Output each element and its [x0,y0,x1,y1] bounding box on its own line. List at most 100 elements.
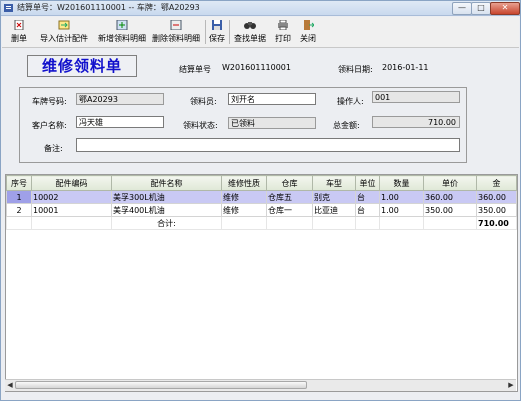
app-icon [4,4,13,12]
toolbar: 删单 导入估计配件 新增领料明细 删除领料明细 保存 查找单据 打印 关闭 [2,17,519,48]
sum-cell-empty [423,216,477,230]
sum-cell-empty [379,216,424,230]
col-header-no[interactable]: 序号 [6,175,32,191]
sum-cell-empty [266,216,313,230]
operator-field[interactable]: 001 [372,91,460,103]
grid-header-row: 序号 配件编码 配件名称 维修性质 仓库 车型 单位 数量 单价 金 [6,175,517,191]
cell-qty[interactable]: 1.00 [379,190,424,204]
save-icon [212,20,222,30]
sum-cell-empty [221,216,267,230]
print-label: 打印 [275,34,291,43]
plate-label: 车牌号码: [32,97,67,106]
settle-no-value: W201601110001 [222,63,291,72]
plate-field[interactable]: 鄂A20293 [76,93,164,105]
cell-warehouse[interactable]: 仓库五 [266,190,313,204]
import-parts-button[interactable]: 导入估计配件 [36,18,92,46]
pick-date-value: 2016-01-11 [382,63,429,72]
remark-field[interactable] [76,138,460,152]
delete-doc-label: 删单 [11,34,27,43]
remove-detail-button[interactable]: 删除领料明细 [150,18,202,46]
exit-label: 关闭 [300,34,316,43]
table-row[interactable]: 1 10002 美孚300L机油 维修 仓库五 别克 台 1.00 360.00… [6,190,517,204]
cell-name[interactable]: 美孚400L机油 [111,203,222,217]
cell-name[interactable]: 美孚300L机油 [111,190,222,204]
import-icon [58,20,70,30]
minimize-button[interactable]: — [452,2,472,15]
customer-label: 客户名称: [32,121,67,130]
settle-no-label: 结算单号 [179,65,211,74]
col-header-model[interactable]: 车型 [312,175,356,191]
summary-amount: 710.00 [476,216,517,230]
exit-icon [304,20,314,30]
col-header-price[interactable]: 单价 [423,175,477,191]
import-parts-label: 导入估计配件 [40,34,88,43]
add-detail-button[interactable]: 新增领料明细 [96,18,148,46]
delete-doc-icon [14,20,24,30]
total-label: 总金额: [333,121,360,130]
exit-button[interactable]: 关闭 [297,18,319,46]
cell-no[interactable]: 1 [6,190,32,204]
delete-doc-button[interactable]: 删单 [8,18,30,46]
remove-detail-label: 删除领料明细 [152,34,200,43]
cell-unit[interactable]: 台 [355,190,380,204]
close-button[interactable]: ✕ [490,2,520,15]
cell-unit[interactable]: 台 [355,203,380,217]
cell-price[interactable]: 350.00 [423,203,477,217]
cell-amount[interactable]: 360.00 [476,190,517,204]
summary-label: 合计: [111,216,222,230]
customer-field[interactable]: 冯天雄 [76,116,164,128]
binoculars-icon [244,22,256,29]
title-bar: 结算单号：W201601110001 -- 车牌：鄂A20293 — □ ✕ [1,1,520,16]
sum-cell-empty [6,216,32,230]
status-label: 领料状态: [183,121,218,130]
toolbar-separator [229,20,230,44]
col-header-code[interactable]: 配件编码 [31,175,112,191]
toolbar-separator [205,20,206,44]
find-doc-label: 查找单据 [234,34,266,43]
cell-model[interactable]: 比亚迪 [312,203,356,217]
remark-label: 备注: [44,144,63,153]
add-detail-icon [116,20,128,30]
main-window: 结算单号：W201601110001 -- 车牌：鄂A20293 — □ ✕ 删… [0,0,521,401]
col-header-warehouse[interactable]: 仓库 [266,175,313,191]
save-button[interactable]: 保存 [208,18,226,46]
scroll-thumb[interactable] [15,381,307,389]
parts-table: 序号 配件编码 配件名称 维修性质 仓库 车型 单位 数量 单价 金 1 100… [6,175,517,230]
col-header-nature[interactable]: 维修性质 [221,175,267,191]
col-header-unit[interactable]: 单位 [355,175,380,191]
save-label: 保存 [209,34,225,43]
cell-model[interactable]: 别克 [312,190,356,204]
col-header-name[interactable]: 配件名称 [111,175,222,191]
cell-qty[interactable]: 1.00 [379,203,424,217]
add-detail-label: 新增领料明细 [98,34,146,43]
sum-cell-empty [355,216,380,230]
picker-label: 领料员: [190,97,217,106]
find-doc-button[interactable]: 查找单据 [232,18,268,46]
cell-nature[interactable]: 维修 [221,203,267,217]
print-button[interactable]: 打印 [272,18,294,46]
cell-code[interactable]: 10002 [31,190,112,204]
cell-code[interactable]: 10001 [31,203,112,217]
pick-date-label: 领料日期: [338,65,373,74]
col-header-amount[interactable]: 金 [476,175,517,191]
cell-warehouse[interactable]: 仓库一 [266,203,313,217]
horizontal-scrollbar[interactable]: ◀ ▶ [5,379,516,391]
summary-row: 合计: 710.00 [6,216,517,230]
printer-icon [278,20,288,30]
maximize-button[interactable]: □ [471,2,491,15]
cell-nature[interactable]: 维修 [221,190,267,204]
cell-price[interactable]: 360.00 [423,190,477,204]
cell-amount[interactable]: 350.00 [476,203,517,217]
status-field[interactable]: 已领料 [228,117,316,129]
cell-no[interactable]: 2 [6,203,32,217]
scroll-left-icon[interactable]: ◀ [5,380,15,390]
scroll-right-icon[interactable]: ▶ [506,380,516,390]
page-title: 维修领料单 [27,55,137,77]
operator-label: 操作人: [337,97,364,106]
remove-detail-icon [170,20,182,30]
sum-cell-empty [31,216,112,230]
col-header-qty[interactable]: 数量 [379,175,424,191]
total-amount-field[interactable]: 710.00 [372,116,460,128]
table-row[interactable]: 2 10001 美孚400L机油 维修 仓库一 比亚迪 台 1.00 350.0… [6,203,517,217]
picker-field[interactable]: 刘开名 [228,93,316,105]
